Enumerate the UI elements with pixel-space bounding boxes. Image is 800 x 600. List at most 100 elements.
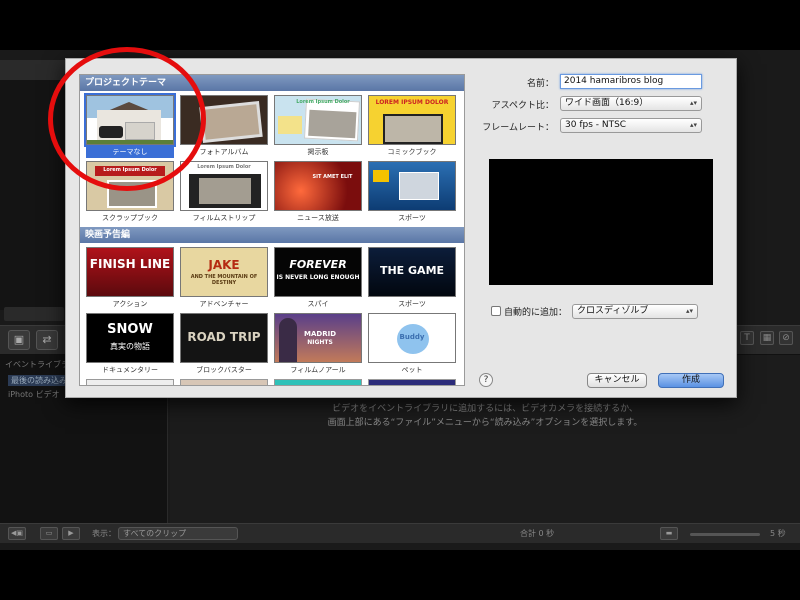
scrapbook-thumb-text: Lorem Ipsum Dolor xyxy=(103,167,157,173)
zoom-value: 5 秒 xyxy=(770,529,786,538)
project-library-panel xyxy=(0,80,70,310)
bulletin-thumb-text: Lorem Ipsum Dolor xyxy=(296,99,350,105)
trailer-label: アクション xyxy=(112,300,148,308)
total-duration: 合計 0 秒 xyxy=(520,529,555,538)
theme-thumb: Lorem Ipsum Dolor xyxy=(180,161,268,211)
transitions-tool-button[interactable]: ⊘ xyxy=(779,331,793,345)
trailer-tile-film-noir[interactable]: MADRID NIGHTS フィルムノアール xyxy=(274,313,362,375)
map-tool-button[interactable]: ▦ xyxy=(760,331,774,345)
frame-rate-label: フレームレート： xyxy=(482,123,554,133)
event-view-button[interactable]: ▭ xyxy=(40,527,58,540)
theme-label: テーマなし xyxy=(86,147,174,158)
theme-tile-photo-album[interactable]: フォトアルバム xyxy=(180,95,268,157)
spy-thumb-sub: IS NEVER LONG ENOUGH xyxy=(276,274,360,281)
trailer-label: ペット xyxy=(401,366,423,374)
trailer-thumb: FINISH LINE xyxy=(86,247,174,297)
theme-label: ニュース放送 xyxy=(297,214,339,222)
trailer-label: フィルムノアール xyxy=(290,366,346,374)
aspect-ratio-select[interactable]: ワイド画面（16:9） ▴▾ xyxy=(560,96,702,111)
trailer-thumb: FOREVER IS NEVER LONG ENOUGH xyxy=(274,247,362,297)
help-button[interactable]: ? xyxy=(479,373,493,387)
auto-add-label: 自動的に追加： xyxy=(504,308,568,318)
noir-thumb-sub: NIGHTS xyxy=(307,339,333,346)
trailer-tile-pet[interactable]: Buddy ペット xyxy=(368,313,456,375)
trailer-label: アドベンチャー xyxy=(199,300,249,308)
theme-tile-news[interactable]: SIT AMET ELIT ニュース放送 xyxy=(274,161,362,223)
theme-panel: プロジェクトテーマ テーマなし フォトアルバム Lorem Ipsum Dolo… xyxy=(79,74,465,386)
theme-tile-scrapbook[interactable]: Lorem Ipsum Dolor スクラップブック xyxy=(86,161,174,223)
trailer-thumb: SNOW 真実の物語 xyxy=(86,313,174,363)
frame-rate-value: 30 fps - NTSC xyxy=(565,120,627,130)
play-button[interactable]: ▶ xyxy=(62,527,80,540)
theme-tile-none[interactable]: テーマなし xyxy=(84,93,176,158)
screen: ▣ ⇄ T ▦ ⊘ イベントライブラリ 最後の読み込み iPhoto ビデオ ビ… xyxy=(0,0,800,600)
swap-button[interactable]: ⇄ xyxy=(36,330,58,350)
cancel-button[interactable]: キャンセル xyxy=(587,373,647,388)
title-tool-button[interactable]: T xyxy=(740,331,754,345)
swap-icon: ⇄ xyxy=(42,333,52,346)
trailer-tile-documentary[interactable]: SNOW 真実の物語 ドキュメンタリー xyxy=(86,313,174,375)
theme-tile-sports[interactable]: スポーツ xyxy=(368,161,456,223)
empty-browser-message: ビデオをイベントライブラリに追加するには、ビデオカメラを接続するか、 画面上部に… xyxy=(170,402,800,430)
trailer-thumb: JAKE AND THE MOUNTAIN OF DESTINY xyxy=(180,247,268,297)
trailer-tile-spy[interactable]: FOREVER IS NEVER LONG ENOUGH スパイ xyxy=(274,247,362,309)
frame-rate-select[interactable]: 30 fps - NTSC ▴▾ xyxy=(560,118,702,133)
theme-tile-filmstrip[interactable]: Lorem Ipsum Dolor フィルムストリップ xyxy=(180,161,268,223)
trailer-tile-sports[interactable]: THE GAME スポーツ xyxy=(368,247,456,309)
theme-tile-comic-book[interactable]: LOREM IPSUM DOLOR コミックブック xyxy=(368,95,456,157)
zoom-out-button[interactable]: ▬ xyxy=(660,527,678,540)
create-button[interactable]: 作成 xyxy=(658,373,724,388)
spy-thumb-text: FOREVER xyxy=(289,258,347,271)
popup-arrows-icon: ▴▾ xyxy=(685,307,693,315)
trailer-thumb: THE GAME xyxy=(368,247,456,297)
zoom-slider[interactable] xyxy=(690,533,760,536)
trailer-tile-partial[interactable] xyxy=(180,379,268,385)
transition-value: クロスディゾルブ xyxy=(577,306,649,316)
adventure-thumb-sub: AND THE MOUNTAIN OF DESTINY xyxy=(190,274,258,286)
trailer-label: スポーツ xyxy=(398,300,426,308)
empty-message-line1: ビデオをイベントライブラリに追加するには、ビデオカメラを接続するか、 xyxy=(332,404,638,414)
popup-arrows-icon: ▴▾ xyxy=(689,121,697,129)
show-clips-select[interactable]: すべてのクリップ xyxy=(118,527,238,540)
theme-thumb xyxy=(180,95,268,145)
blockbuster-thumb-text: ROAD TRIP xyxy=(187,330,261,344)
trailer-tile-adventure[interactable]: JAKE AND THE MOUNTAIN OF DESTINY アドベンチャー xyxy=(180,247,268,309)
bottom-bar: ◀▣ ▭ ▶ 表示： すべてのクリップ 合計 0 秒 ▬ 5 秒 xyxy=(0,523,800,543)
trailer-tile-partial[interactable] xyxy=(368,379,456,385)
theme-thumb: Lorem Ipsum Dolor xyxy=(274,95,362,145)
trailer-label: ブロックバスター xyxy=(196,366,252,374)
playback-controls[interactable] xyxy=(4,307,64,321)
trailer-tile-partial[interactable] xyxy=(274,379,362,385)
auto-add-checkbox[interactable] xyxy=(491,306,501,316)
pet-thumb-text: Buddy xyxy=(399,333,425,341)
trailer-tile-partial[interactable] xyxy=(86,379,174,385)
comic-thumb-text: LOREM IPSUM DOLOR xyxy=(375,99,449,106)
trailer-thumb: MADRID NIGHTS xyxy=(274,313,362,363)
empty-message-line2: 画面上部にある“ファイル”メニューから“読み込み”オプションを選択します。 xyxy=(327,418,643,428)
theme-label: 掲示板 xyxy=(307,148,329,156)
filmstrip-thumb-text: Lorem Ipsum Dolor xyxy=(197,164,251,170)
theme-label: スクラップブック xyxy=(102,214,158,222)
project-name-input[interactable]: 2014 hamaribros blog xyxy=(560,74,702,89)
theme-tile-bulletin-board[interactable]: Lorem Ipsum Dolor 掲示板 xyxy=(274,95,362,157)
trailer-tile-blockbuster[interactable]: ROAD TRIP ブロックバスター xyxy=(180,313,268,375)
event-item-last-import[interactable]: 最後の読み込み xyxy=(8,375,70,386)
project-theme-header: プロジェクトテーマ xyxy=(80,75,464,91)
trailer-tile-action[interactable]: FINISH LINE アクション xyxy=(86,247,174,309)
theme-label: フォトアルバム xyxy=(199,148,249,156)
noir-thumb-text: MADRID xyxy=(304,330,336,338)
aspect-ratio-label: アスペクト比： xyxy=(491,101,554,111)
camera-import-button[interactable]: ▣ xyxy=(8,330,30,350)
documentary-thumb-sub: 真実の物語 xyxy=(110,342,150,351)
news-thumb-text: SIT AMET ELIT xyxy=(312,174,353,180)
action-thumb-text: FINISH LINE xyxy=(89,257,171,271)
event-item-iphoto[interactable]: iPhoto ビデオ xyxy=(8,389,60,400)
camera-icon: ▣ xyxy=(13,333,25,346)
theme-thumb: SIT AMET ELIT xyxy=(274,161,362,211)
popup-arrows-icon: ▴▾ xyxy=(689,99,697,107)
new-project-dialog: プロジェクトテーマ テーマなし フォトアルバム Lorem Ipsum Dolo… xyxy=(65,58,737,398)
project-library-strip xyxy=(0,60,70,80)
trailer-label: ドキュメンタリー xyxy=(102,366,158,374)
transition-select[interactable]: クロスディゾルブ ▴▾ xyxy=(572,304,698,319)
list-view-button[interactable]: ◀▣ xyxy=(8,527,26,540)
